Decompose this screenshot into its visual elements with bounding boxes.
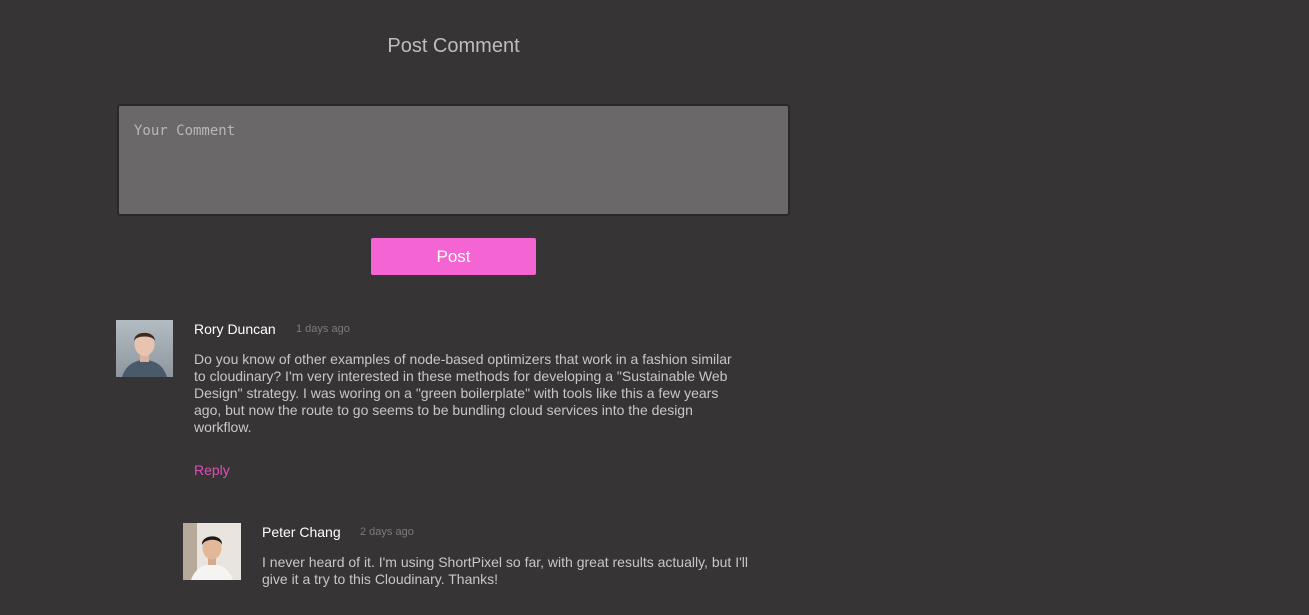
- comment-date: 2 days ago: [360, 526, 414, 538]
- comment-date: 1 days ago: [296, 323, 350, 335]
- avatar: [116, 320, 173, 377]
- comment-text: Do you know of other examples of node-ba…: [194, 351, 732, 435]
- post-comment-title: Post Comment: [387, 35, 520, 57]
- post-button[interactable]: Post: [371, 238, 536, 275]
- comment-author[interactable]: Peter Chang: [262, 524, 341, 540]
- comment-text: I never heard of it. I'm using ShortPixe…: [262, 554, 748, 587]
- avatar-photo-icon: [183, 523, 241, 580]
- avatar: [183, 523, 241, 580]
- comment-author[interactable]: Rory Duncan: [194, 321, 276, 337]
- avatar-photo-icon: [116, 320, 173, 377]
- comment-input[interactable]: [117, 104, 790, 216]
- reply-link[interactable]: Reply: [194, 462, 230, 478]
